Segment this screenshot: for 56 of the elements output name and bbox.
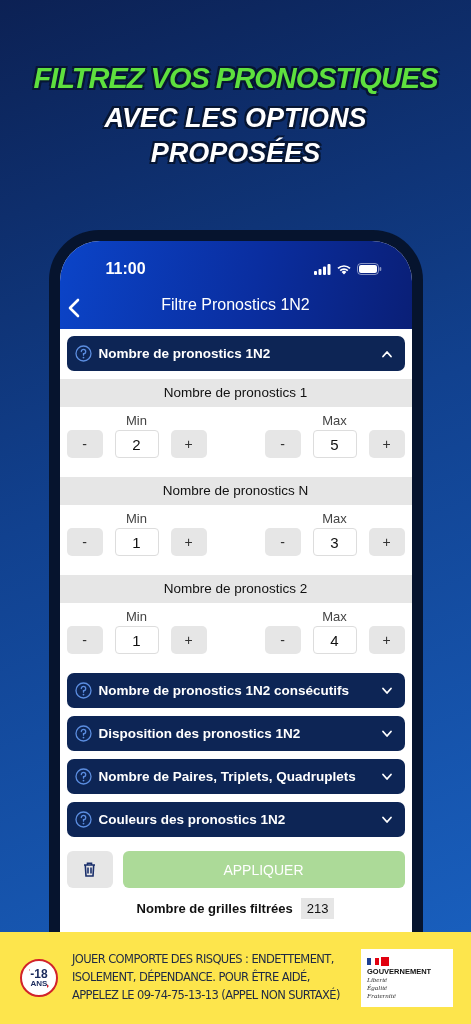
stepper-label: Max <box>322 609 347 624</box>
stepper-label: Max <box>322 511 347 526</box>
chevron-icon <box>380 772 393 781</box>
screen-title: Filtre Pronostics 1N2 <box>161 296 310 314</box>
headline-subtitle: AVEC LES OPTIONS PROPOSÉES <box>103 102 368 171</box>
increment-button[interactable]: + <box>368 626 405 654</box>
chevron-icon <box>380 686 393 695</box>
battery-icon <box>356 263 382 275</box>
help-icon[interactable] <box>74 725 92 742</box>
decrement-button[interactable]: - <box>66 430 103 458</box>
delete-button[interactable] <box>66 851 113 888</box>
value-field[interactable]: 3 <box>312 528 357 556</box>
help-icon[interactable] <box>74 682 92 699</box>
back-icon[interactable] <box>67 298 80 318</box>
increment-button[interactable]: + <box>170 528 207 556</box>
increment-button[interactable]: + <box>368 430 405 458</box>
help-icon[interactable] <box>74 811 92 828</box>
chevron-icon <box>380 349 393 358</box>
age-limit-icon: -18 ANS <box>20 959 58 997</box>
section-header[interactable]: Couleurs des pronostics 1N2 <box>66 802 405 837</box>
trash-icon <box>83 862 96 877</box>
wifi-icon <box>335 263 352 275</box>
chevron-icon <box>380 729 393 738</box>
section-header[interactable]: Nombre de pronostics 1N2 <box>66 336 405 371</box>
stepper-label: Min <box>126 609 147 624</box>
value-field[interactable]: 5 <box>312 430 357 458</box>
increment-button[interactable]: + <box>170 430 207 458</box>
result-label: Nombre de grilles filtrées <box>136 901 293 916</box>
help-icon[interactable] <box>74 768 92 785</box>
group-title: Nombre de pronostics 1 <box>59 379 412 407</box>
chevron-icon <box>380 815 393 824</box>
group-title: Nombre de pronostics 2 <box>59 575 412 603</box>
section-header[interactable]: Disposition des pronostics 1N2 <box>66 716 405 751</box>
decrement-button[interactable]: - <box>264 430 301 458</box>
headline-title: FILTREZ VOS PRONOSTIQUES <box>33 62 438 95</box>
group-title: Nombre de pronostics N <box>59 477 412 505</box>
decrement-button[interactable]: - <box>264 528 301 556</box>
signal-icon <box>313 263 331 275</box>
status-time: 11:00 <box>105 260 146 278</box>
result-count: 213 <box>300 898 335 919</box>
warning-text: JOUER COMPORTE DES RISQUES : ENDETTEMENT, ISOLEMENT, DÉPENDANCE. POUR ÊTRE AIDÉ, APPELEZ LE 09-74-75-13-13 (APPEL NON SURTAXÉ) <box>72 951 341 1004</box>
section-header[interactable]: Nombre de pronostics 1N2 consécutifs <box>66 673 405 708</box>
stepper-label: Min <box>126 511 147 526</box>
value-field[interactable]: 2 <box>114 430 159 458</box>
increment-button[interactable]: + <box>368 528 405 556</box>
section-header[interactable]: Nombre de Paires, Triplets, Quadruplets <box>66 759 405 794</box>
help-icon[interactable] <box>74 345 92 362</box>
stepper-label: Min <box>126 413 147 428</box>
increment-button[interactable]: + <box>170 626 207 654</box>
decrement-button[interactable]: - <box>66 528 103 556</box>
value-field[interactable]: 1 <box>114 528 159 556</box>
decrement-button[interactable]: - <box>264 626 301 654</box>
value-field[interactable]: 4 <box>312 626 357 654</box>
value-field[interactable]: 1 <box>114 626 159 654</box>
stepper-label: Max <box>322 413 347 428</box>
decrement-button[interactable]: - <box>66 626 103 654</box>
